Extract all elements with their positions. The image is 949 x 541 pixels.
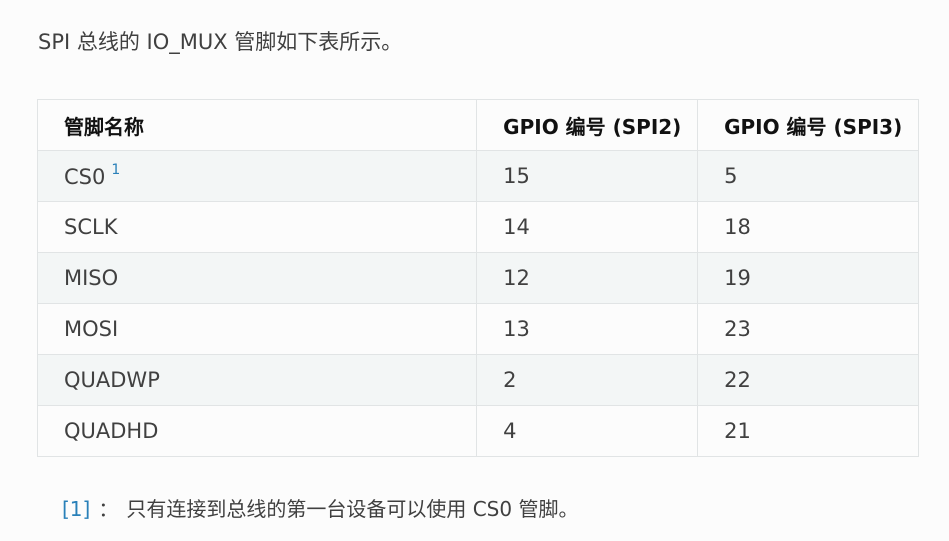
cell-gpio-spi3: 5 <box>697 150 919 202</box>
cell-gpio-spi2: 2 <box>476 354 699 406</box>
table-row: QUADWP 2 22 <box>36 354 919 406</box>
cell-pin-name: MISO <box>36 252 478 304</box>
cell-pin-name: CS0 1 <box>36 150 478 202</box>
header-pin-name: 管脚名称 <box>36 99 478 151</box>
table-row: SCLK 14 18 <box>36 201 919 253</box>
cell-pin-name: SCLK <box>36 201 478 253</box>
pin-name-text: CS0 <box>64 164 106 189</box>
spi-iomux-table: 管脚名称 GPIO 编号 (SPI2) GPIO 编号 (SPI3) CS0 1 … <box>36 99 919 457</box>
table-row: CS0 1 15 5 <box>36 150 919 202</box>
footnote-separator: ： <box>98 497 119 521</box>
cell-gpio-spi3: 18 <box>697 201 919 253</box>
header-gpio-spi2: GPIO 编号 (SPI2) <box>476 99 699 151</box>
table-header-row: 管脚名称 GPIO 编号 (SPI2) GPIO 编号 (SPI3) <box>36 99 919 151</box>
cell-gpio-spi3: 23 <box>697 303 919 355</box>
cell-gpio-spi3: 19 <box>697 252 919 304</box>
header-gpio-spi3: GPIO 编号 (SPI3) <box>697 99 919 151</box>
table-row: MOSI 13 23 <box>36 303 919 355</box>
footnote-reference-link[interactable]: 1 <box>111 162 120 178</box>
cell-pin-name: MOSI <box>36 303 478 355</box>
cell-gpio-spi3: 21 <box>697 405 919 457</box>
cell-gpio-spi2: 14 <box>476 201 699 253</box>
footnote-backref-link[interactable]: [1] <box>62 497 90 521</box>
cell-gpio-spi2: 4 <box>476 405 699 457</box>
footnote: [1] ： 只有连接到总线的第一台设备可以使用 CS0 管脚。 <box>62 492 578 526</box>
cell-pin-name: QUADHD <box>36 405 478 457</box>
cell-pin-name: QUADWP <box>36 354 478 406</box>
intro-paragraph: SPI 总线的 IO_MUX 管脚如下表所示。 <box>38 30 403 54</box>
footnote-text: 只有连接到总线的第一台设备可以使用 CS0 管脚。 <box>126 497 579 521</box>
cell-gpio-spi2: 12 <box>476 252 699 304</box>
cell-gpio-spi2: 13 <box>476 303 699 355</box>
table-row: MISO 12 19 <box>36 252 919 304</box>
table-row: QUADHD 4 21 <box>36 405 919 457</box>
cell-gpio-spi3: 22 <box>697 354 919 406</box>
cell-gpio-spi2: 15 <box>476 150 699 202</box>
